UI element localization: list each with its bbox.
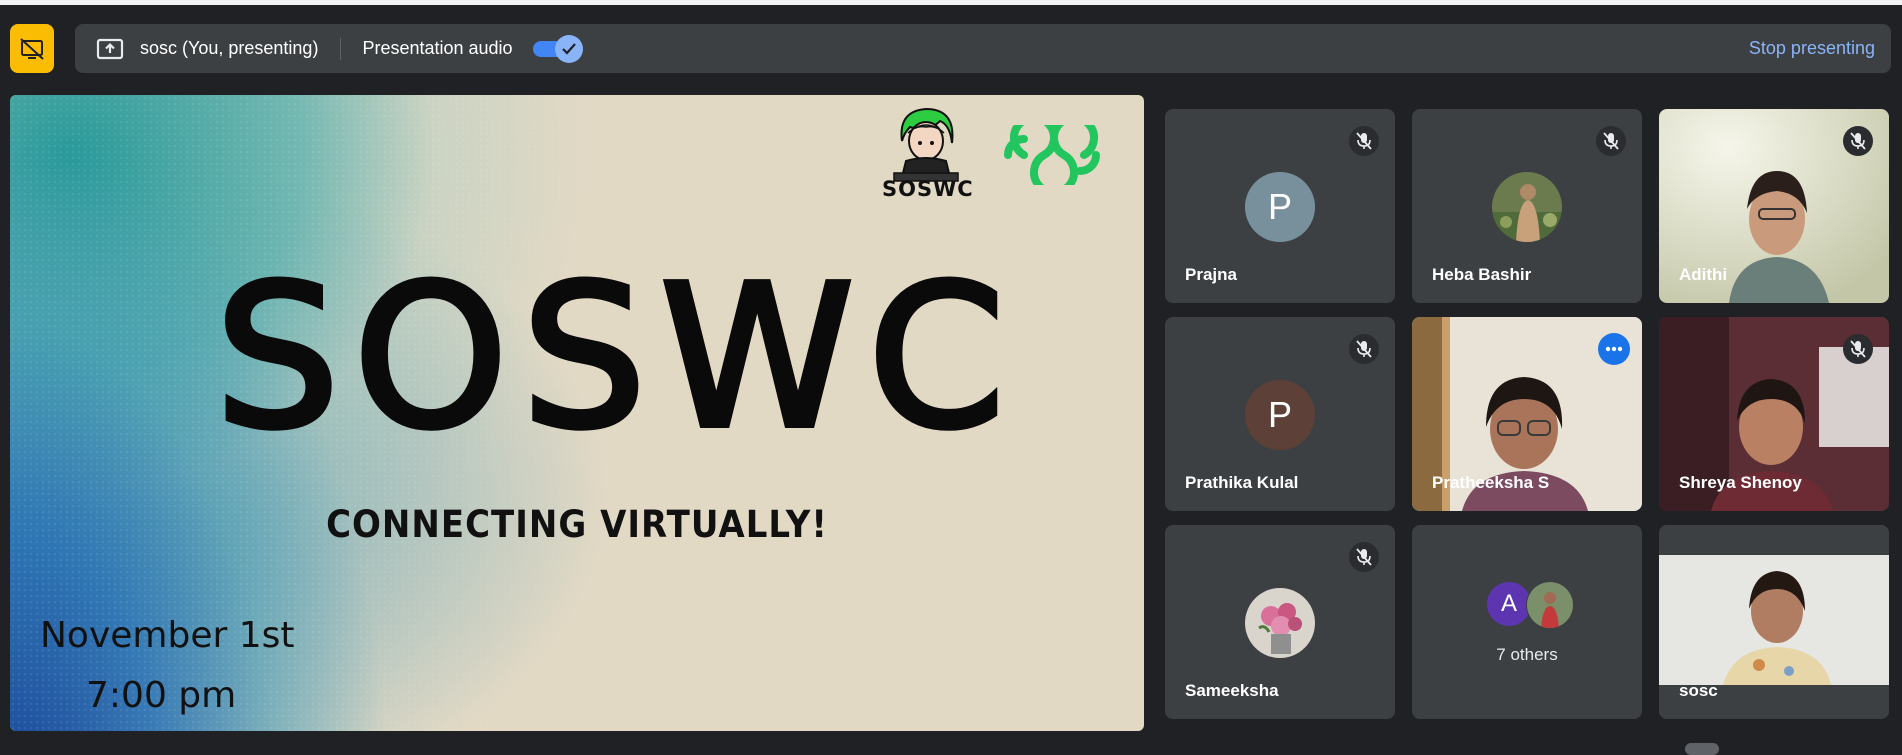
presenting-banner: sosc (You, presenting) Presentation audi… [75,24,1891,73]
participant-tile-active-speaker[interactable]: Pratheeksha S [1412,317,1642,511]
stop-sharing-icon [20,37,44,60]
avatar: P [1245,380,1315,450]
slide-subtitle: CONNECTING VIRTUALLY! [326,503,828,547]
brand-logo [1004,125,1100,185]
participant-name: Prathika Kulal [1185,473,1299,492]
participant-name: Shreya Shenoy [1679,473,1802,492]
participant-tile[interactable]: Shreya Shenoy [1659,317,1889,511]
avatar: P [1245,172,1315,242]
presenter-label: sosc (You, presenting) [140,38,319,58]
mascot-label: SOSWC [882,177,974,201]
mic-off-icon [1349,542,1379,572]
presentation-audio-label: Presentation audio [362,38,513,58]
others-count-label: 7 others [1496,645,1558,664]
participant-name: Adithi [1679,265,1728,284]
participant-name: Sameeksha [1185,681,1279,700]
others-tile[interactable]: A 7 others [1412,525,1642,719]
slide-date: November 1st [40,615,295,656]
more-horizontal-icon [1605,346,1623,352]
mic-off-icon [1843,126,1873,156]
stop-presenting-button[interactable]: Stop presenting [1749,38,1875,59]
scroll-indicator[interactable] [1685,743,1719,755]
avatar [1492,172,1562,242]
mic-off-icon [1596,126,1626,156]
presentation-audio-toggle[interactable] [532,34,583,63]
check-icon [561,42,576,55]
top-strip [0,0,1902,5]
present-screen-icon [96,37,124,61]
participant-tile[interactable]: Heba Bashir [1412,109,1642,303]
participant-name: Pratheeksha S [1432,473,1550,492]
participant-name: Prajna [1185,265,1237,284]
divider [340,37,342,60]
participant-name: Heba Bashir [1432,265,1532,284]
participant-name: sosc [1679,681,1718,700]
presentation-slide: SOSWC SOSWC CONNECTING VIRTUALLY! Novemb… [10,95,1144,731]
avatar [1245,588,1315,658]
slide-title: SOSWC [212,244,1019,472]
participant-tile[interactable]: P Prathika Kulal [1165,317,1395,511]
stop-sharing-button[interactable] [10,24,54,73]
slide-time: 7:00 pm [86,675,237,716]
participant-tile[interactable]: Sameeksha [1165,525,1395,719]
mic-off-icon [1349,126,1379,156]
mic-off-icon [1349,334,1379,364]
participant-tile[interactable]: P Prajna [1165,109,1395,303]
participant-tile[interactable]: Adithi [1659,109,1889,303]
toggle-knob [554,34,583,63]
avatar [1526,581,1574,629]
more-options-button[interactable] [1598,333,1630,365]
others-avatar-stack: A [1486,581,1576,629]
mic-off-icon [1843,334,1873,364]
participant-tile[interactable]: sosc [1659,525,1889,719]
